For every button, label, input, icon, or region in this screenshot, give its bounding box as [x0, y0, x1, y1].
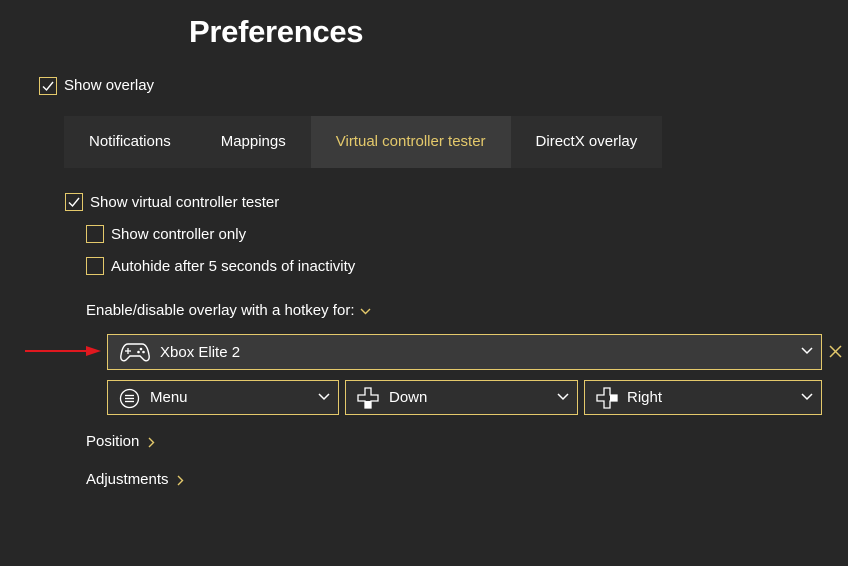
checkmark-icon — [42, 81, 54, 92]
show-overlay-checkbox[interactable] — [39, 77, 57, 95]
chevron-down-icon — [557, 392, 569, 400]
hotkey-expander[interactable]: Enable/disable overlay with a hotkey for… — [86, 302, 371, 319]
clear-icon[interactable] — [829, 345, 842, 358]
controller-select-value: Xbox Elite 2 — [160, 344, 241, 361]
show-overlay-label: Show overlay — [64, 77, 155, 94]
tab-directx-overlay[interactable]: DirectX overlay — [510, 116, 663, 168]
show-tester-label: Show virtual controller tester — [90, 194, 280, 211]
menu-button-icon — [119, 388, 140, 409]
tab-notifications[interactable]: Notifications — [64, 116, 196, 168]
controller-only-checkbox[interactable] — [86, 225, 104, 243]
tab-bar: Notifications Mappings Virtual controlle… — [64, 116, 663, 168]
red-arrow-icon — [25, 346, 101, 356]
position-expander[interactable]: Position — [86, 433, 155, 450]
gamepad-icon — [120, 343, 150, 362]
hotkey-button-1-value: Menu — [150, 389, 188, 406]
show-tester-checkbox[interactable] — [65, 193, 83, 211]
adjustments-label: Adjustments — [86, 471, 169, 488]
autohide-label: Autohide after 5 seconds of inactivity — [111, 258, 356, 275]
chevron-right-icon — [177, 475, 184, 486]
checkmark-icon — [68, 197, 80, 208]
chevron-down-icon — [318, 392, 330, 400]
controller-select[interactable]: Xbox Elite 2 — [107, 334, 822, 370]
controller-only-label: Show controller only — [111, 226, 247, 243]
chevron-down-icon — [801, 347, 813, 355]
chevron-right-icon — [148, 437, 155, 448]
hotkey-label: Enable/disable overlay with a hotkey for… — [86, 302, 355, 319]
page-title: Preferences — [189, 14, 364, 49]
chevron-down-icon — [360, 308, 371, 315]
hotkey-button-2-value: Down — [389, 389, 428, 406]
tab-virtual-controller-tester[interactable]: Virtual controller tester — [310, 116, 511, 168]
chevron-down-icon — [801, 392, 813, 400]
position-label: Position — [86, 433, 140, 450]
tab-mappings[interactable]: Mappings — [195, 116, 311, 168]
adjustments-expander[interactable]: Adjustments — [86, 471, 184, 488]
dpad-right-icon — [596, 387, 618, 409]
autohide-checkbox[interactable] — [86, 257, 104, 275]
hotkey-button-3-select[interactable]: Right — [584, 380, 822, 415]
hotkey-button-1-select[interactable]: Menu — [107, 380, 339, 415]
hotkey-button-3-value: Right — [627, 389, 663, 406]
dpad-down-icon — [357, 387, 379, 409]
hotkey-button-2-select[interactable]: Down — [345, 380, 578, 415]
